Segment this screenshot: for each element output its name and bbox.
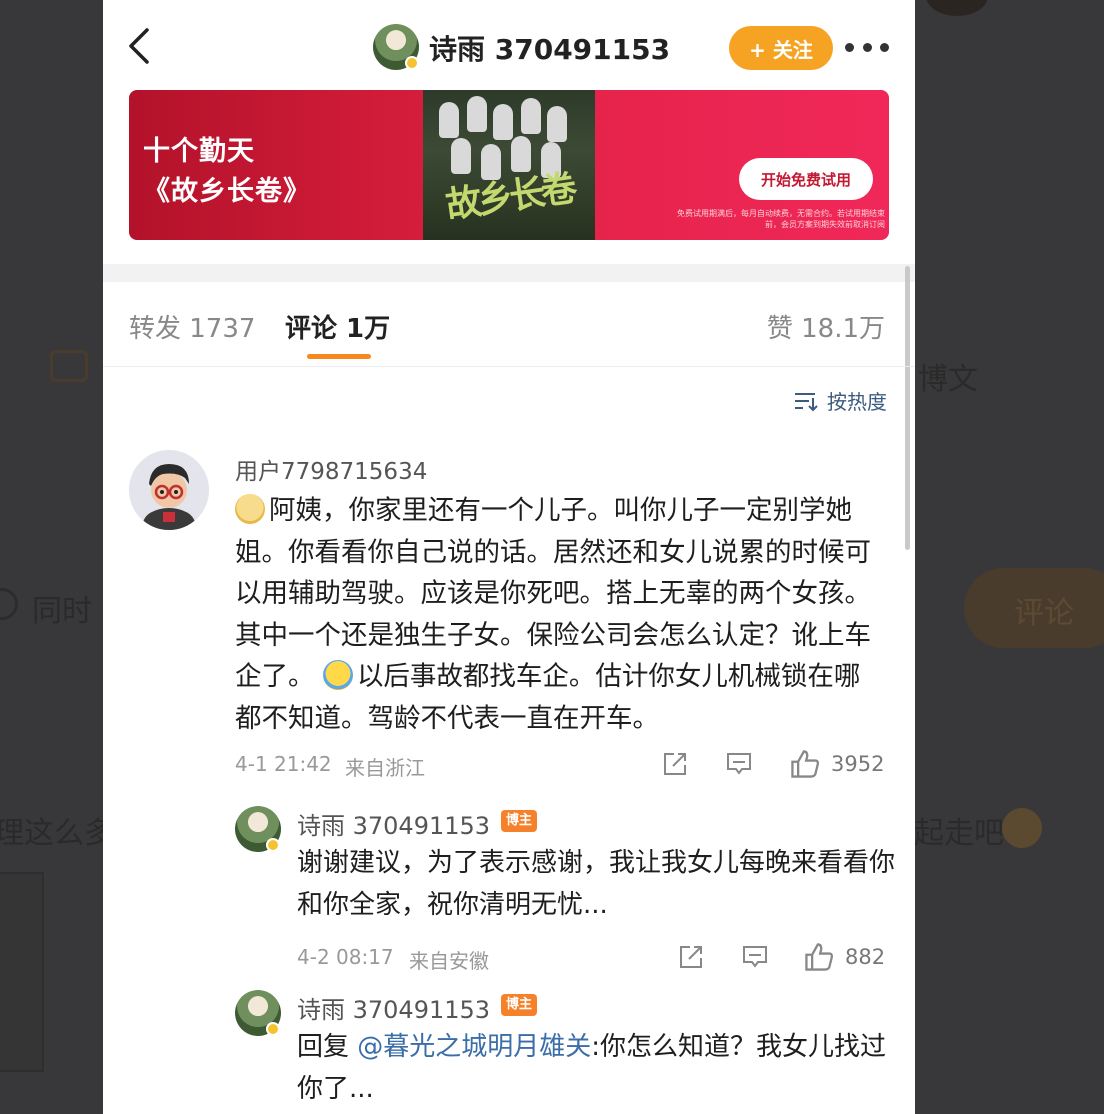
poster-figure: [439, 102, 459, 138]
weibo-post-screen: 诗雨 370491153 + 关注 十个勤天 《故乡长卷》 故乡长卷 开始免费试…: [103, 0, 915, 1114]
section-divider: [103, 264, 915, 282]
reply-author-name[interactable]: 诗雨 370491153: [297, 990, 490, 1025]
sort-icon: [795, 392, 818, 411]
more-options-icon[interactable]: [845, 38, 889, 56]
cartoon-avatar-icon: [129, 450, 209, 530]
commenter-avatar[interactable]: [129, 450, 209, 530]
author-name[interactable]: 诗雨 370491153: [429, 28, 670, 68]
background-checkbox: [0, 588, 18, 620]
reply-timestamp: 4-2 08:17: [297, 945, 394, 969]
banner-title-line1: 十个勤天: [143, 136, 255, 167]
music-promo-banner[interactable]: 十个勤天 《故乡长卷》 故乡长卷 开始免费试用 免费试用期满后，每月自动续费，无…: [129, 90, 889, 240]
banner-title-line2: 《故乡长卷》: [143, 176, 311, 207]
background-text-sync: 同时: [32, 594, 92, 629]
verified-badge-icon: [266, 1022, 280, 1036]
banner-title: 十个勤天 《故乡长卷》: [143, 132, 311, 212]
sort-label: 按热度: [827, 390, 887, 414]
comment-location: 来自浙江: [345, 756, 425, 780]
background-emoji-icon: [1002, 808, 1042, 848]
comment-body: 阿姨，你家里还有一个儿子。叫你儿子一定别学她姐。你看看你自己说的话。居然还和女儿…: [235, 490, 885, 739]
banner-fine-print: 免费试用期满后，每月自动续费，无需合约。若试用期结束前，会员方案到期失效前取消订…: [677, 209, 885, 229]
top-nav-bar: 诗雨 370491153 + 关注: [103, 0, 915, 88]
reply-icon[interactable]: [725, 750, 753, 778]
reply-body: 谢谢建议，为了表示感谢，我让我女儿每晚来看看你和你全家，祝你清明无忧...: [297, 848, 896, 920]
reply-body: 回复 @暮光之城明月雄关:你怎么知道？我女儿找过你了...: [297, 1026, 897, 1110]
like-thumb-icon[interactable]: [789, 748, 821, 780]
doge-emoji-icon: [235, 494, 265, 524]
poster-figure: [493, 104, 513, 140]
background-text-left: 理这么多: [0, 816, 114, 851]
background-comment-icon: [50, 350, 88, 382]
author-badge: 博主: [501, 810, 538, 832]
poster-figure: [547, 106, 567, 142]
reply-prefix: 回复: [297, 1032, 358, 1062]
back-arrow-icon[interactable]: [123, 24, 157, 68]
verified-badge-icon: [405, 56, 419, 70]
reply-author-name[interactable]: 诗雨 370491153: [297, 806, 490, 841]
tab-divider: [103, 366, 915, 367]
free-trial-button[interactable]: 开始免费试用: [739, 158, 873, 200]
background-avatar: [926, 0, 988, 16]
like-thumb-icon[interactable]: [803, 941, 835, 973]
mention-link[interactable]: @暮光之城明月雄关: [357, 1032, 591, 1062]
laugh-cry-emoji-icon: [322, 660, 353, 690]
reply-icon[interactable]: [741, 943, 769, 971]
reply-location: 来自安徽: [409, 949, 489, 973]
active-tab-indicator: [307, 354, 371, 359]
sort-by-popularity-button[interactable]: 按热度: [793, 386, 887, 415]
tab-like[interactable]: 赞 18.1万: [767, 308, 885, 345]
commenter-name[interactable]: 用户7798715634: [235, 452, 427, 486]
tab-forward[interactable]: 转发 1737: [129, 308, 255, 345]
verified-badge-icon: [266, 838, 280, 852]
follow-button[interactable]: + 关注: [729, 26, 833, 70]
background-thumbnail: [0, 872, 44, 1072]
poster-figure: [521, 98, 541, 134]
comment-like-count: 3952: [831, 752, 885, 776]
share-icon[interactable]: [677, 943, 705, 971]
background-text-right: 起走吧: [914, 816, 1004, 851]
scrollbar[interactable]: [905, 266, 910, 550]
comment-timestamp: 4-1 21:42: [235, 752, 332, 776]
share-icon[interactable]: [661, 750, 689, 778]
poster-figure: [467, 96, 487, 132]
background-text-post: 博文: [918, 362, 978, 397]
tab-comment[interactable]: 评论 1万: [285, 308, 390, 345]
author-badge: 博主: [501, 994, 538, 1016]
album-poster-image: 故乡长卷: [423, 90, 595, 240]
background-comment-label: 评论: [1014, 596, 1074, 631]
reply-like-count: 882: [845, 945, 886, 969]
poster-figure: [451, 138, 471, 174]
